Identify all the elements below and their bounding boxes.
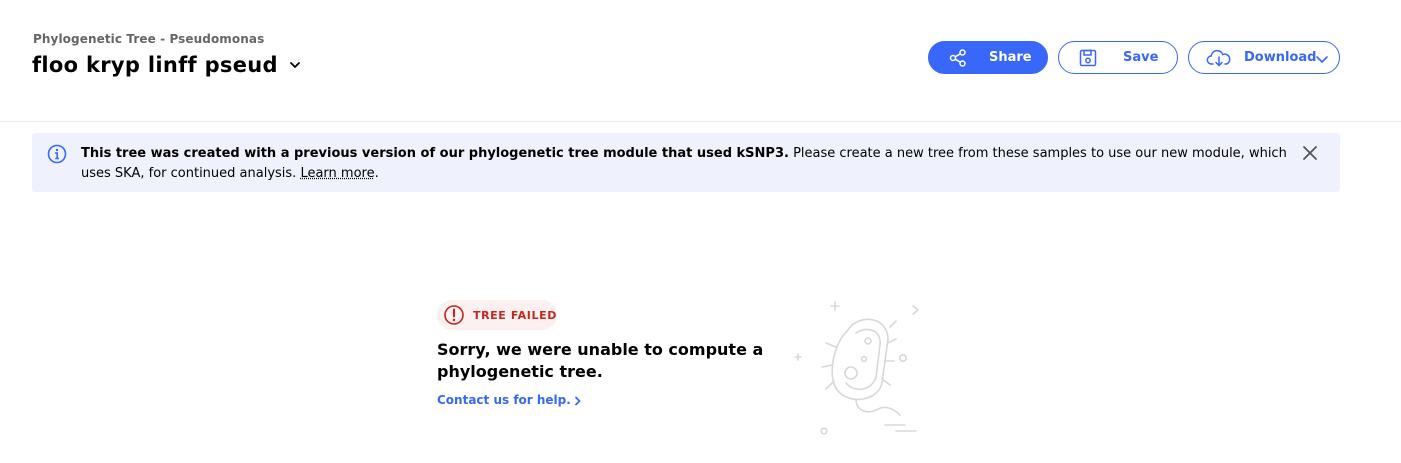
download-button[interactable]: Download xyxy=(1188,41,1340,74)
cloud-download-icon xyxy=(1206,49,1232,67)
save-button[interactable]: Save xyxy=(1058,41,1178,74)
banner-trailing: . xyxy=(374,166,379,181)
page-header: Phylogenetic Tree - Pseudomonas floo kry… xyxy=(0,0,1401,122)
banner-message: This tree was created with a previous ve… xyxy=(81,144,1291,184)
contact-label: Contact us for help. xyxy=(437,393,571,407)
share-icon xyxy=(949,49,967,67)
save-label: Save xyxy=(1123,50,1159,65)
learn-more-link[interactable]: Learn more xyxy=(300,166,374,181)
page-subtitle: Phylogenetic Tree - Pseudomonas xyxy=(33,32,265,46)
page-title: floo kryp linff pseud xyxy=(32,53,278,77)
chevron-down-icon xyxy=(288,58,302,72)
banner-bold-text: This tree was created with a previous ve… xyxy=(81,146,789,161)
bacterium-illustration xyxy=(790,295,940,440)
error-message: Sorry, we were unable to compute a phylo… xyxy=(437,340,764,381)
contact-link[interactable]: Contact us for help. xyxy=(437,393,582,407)
download-label: Download xyxy=(1244,50,1317,65)
share-button[interactable]: Share xyxy=(928,41,1048,74)
status-badge: TREE FAILED xyxy=(437,300,557,330)
chevron-right-icon xyxy=(574,395,582,406)
info-banner: This tree was created with a previous ve… xyxy=(32,133,1340,192)
chevron-down-icon xyxy=(1315,52,1329,66)
title-dropdown[interactable]: floo kryp linff pseud xyxy=(32,53,302,77)
info-icon xyxy=(47,144,67,164)
share-label: Share xyxy=(989,50,1032,65)
status-label: TREE FAILED xyxy=(473,309,557,322)
alert-circle-icon xyxy=(443,304,465,326)
floppy-disk-icon xyxy=(1079,49,1097,67)
close-icon[interactable] xyxy=(1302,145,1318,161)
